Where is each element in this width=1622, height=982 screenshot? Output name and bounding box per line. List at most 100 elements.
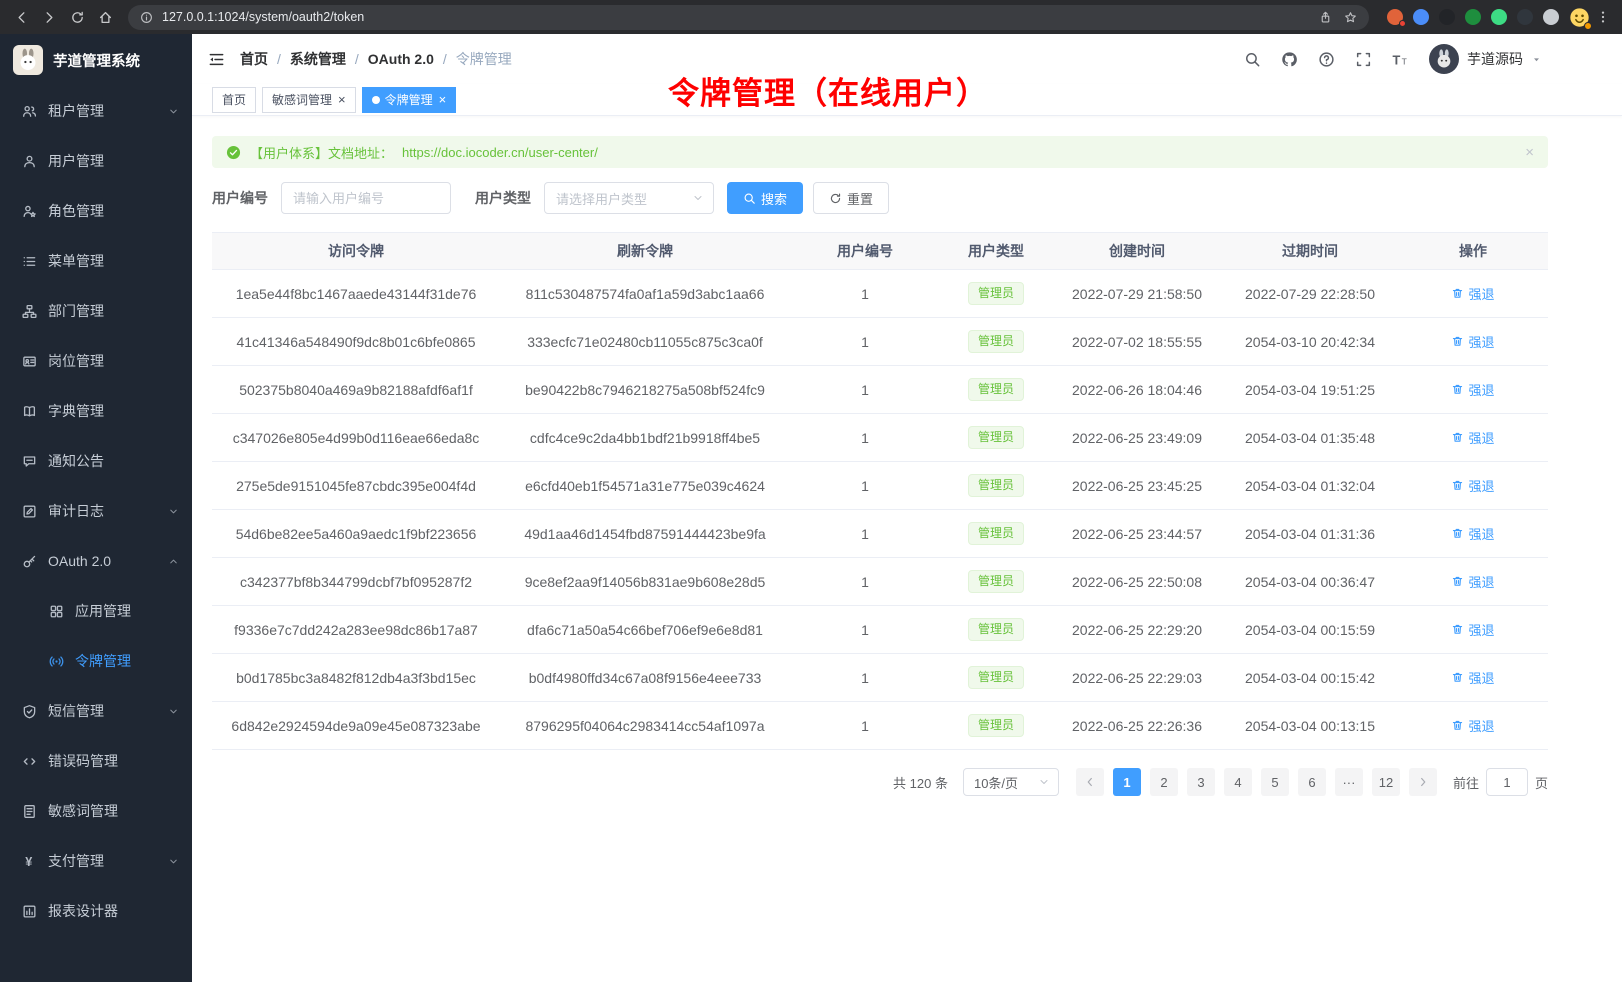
sidebar-item-dept[interactable]: 部门管理 <box>0 286 192 336</box>
user-menu[interactable]: 芋道源码 <box>1429 44 1542 74</box>
chevron-down-icon <box>168 106 179 117</box>
book-icon <box>22 404 37 419</box>
sidebar-item-pay[interactable]: ¥支付管理 <box>0 836 192 886</box>
force-logout-button[interactable]: 强退 <box>1451 572 1494 591</box>
page-button-3[interactable]: 3 <box>1187 768 1215 796</box>
chevron-up-icon <box>168 556 179 567</box>
browser-reload-button[interactable] <box>64 4 90 30</box>
view-tab[interactable]: 敏感词管理 × <box>262 87 356 113</box>
browser-home-button[interactable] <box>92 4 118 30</box>
tab-close-icon[interactable]: × <box>338 93 346 106</box>
user-type-select[interactable]: 请选择用户类型 <box>544 182 714 214</box>
search-button[interactable]: 搜索 <box>727 182 803 214</box>
force-logout-button[interactable]: 强退 <box>1451 476 1494 495</box>
alert-close-icon[interactable]: × <box>1525 145 1534 160</box>
next-page-button[interactable] <box>1409 768 1437 796</box>
page-button-4[interactable]: 4 <box>1224 768 1252 796</box>
sidebar-item-audit-log[interactable]: 审计日志 <box>0 486 192 536</box>
reset-button[interactable]: 重置 <box>813 182 889 214</box>
sidebar-item-user[interactable]: 用户管理 <box>0 136 192 186</box>
browser-menu-icon[interactable] <box>1592 10 1614 24</box>
help-icon[interactable] <box>1318 51 1335 68</box>
force-logout-button[interactable]: 强退 <box>1451 380 1494 399</box>
extension-icon[interactable] <box>1543 9 1559 25</box>
prev-page-button[interactable] <box>1076 768 1104 796</box>
sidebar-item-sms[interactable]: 短信管理 <box>0 686 192 736</box>
user-id-input[interactable] <box>281 182 451 214</box>
goto-page-input[interactable] <box>1486 768 1528 796</box>
chevron-down-icon <box>1038 776 1050 788</box>
page-button-6[interactable]: 6 <box>1298 768 1326 796</box>
page-button-12[interactable]: 12 <box>1372 768 1400 796</box>
force-logout-button[interactable]: 强退 <box>1451 428 1494 447</box>
sidebar-item-report-designer[interactable]: 报表设计器 <box>0 886 192 936</box>
extension-icon[interactable] <box>1387 9 1403 25</box>
fullscreen-icon[interactable] <box>1355 51 1372 68</box>
breadcrumb-item[interactable]: 系统管理 <box>290 49 346 69</box>
delete-icon <box>1451 431 1464 444</box>
share-icon[interactable] <box>1319 11 1332 24</box>
access-token-cell: 6d842e2924594de9a09e45e087323abe <box>212 702 500 750</box>
force-logout-button[interactable]: 强退 <box>1451 620 1494 639</box>
sidebar-collapse-icon[interactable] <box>208 51 225 68</box>
user-type-cell: 管理员 <box>940 366 1052 414</box>
sidebar-item-menu[interactable]: 菜单管理 <box>0 236 192 286</box>
address-bar[interactable]: 127.0.0.1:1024/system/oauth2/token <box>128 5 1369 30</box>
tab-label: 首页 <box>222 91 246 108</box>
sidebar-item-label: 通知公告 <box>48 451 104 471</box>
force-logout-button[interactable]: 强退 <box>1451 332 1494 351</box>
create-time-cell: 2022-06-25 23:45:25 <box>1052 462 1222 510</box>
user-type-cell: 管理员 <box>940 558 1052 606</box>
create-time-cell: 2022-06-25 22:50:08 <box>1052 558 1222 606</box>
sidebar-item-notice[interactable]: 通知公告 <box>0 436 192 486</box>
sidebar-item-oauth2-token[interactable]: 令牌管理 <box>0 636 192 686</box>
extension-icon[interactable] <box>1491 9 1507 25</box>
github-icon[interactable] <box>1281 51 1298 68</box>
font-size-icon[interactable]: TT <box>1392 51 1409 68</box>
page-button-2[interactable]: 2 <box>1150 768 1178 796</box>
create-time-cell: 2022-06-25 22:29:20 <box>1052 606 1222 654</box>
pager-more-button[interactable]: ··· <box>1335 768 1363 796</box>
browser-profile-avatar[interactable] <box>1569 7 1590 28</box>
sidebar-item-oauth2[interactable]: OAuth 2.0 <box>0 536 192 586</box>
page-button-5[interactable]: 5 <box>1261 768 1289 796</box>
page-button-1[interactable]: 1 <box>1113 768 1141 796</box>
sidebar-item-label: 部门管理 <box>48 301 104 321</box>
alert-doc-link[interactable]: https://doc.iocoder.cn/user-center/ <box>402 145 598 160</box>
breadcrumb-item[interactable]: OAuth 2.0 <box>368 51 434 67</box>
sidebar-item-error-code[interactable]: 错误码管理 <box>0 736 192 786</box>
force-logout-button[interactable]: 强退 <box>1451 716 1494 735</box>
view-tab[interactable]: 令牌管理× <box>362 87 457 113</box>
user-id-cell: 1 <box>790 558 940 606</box>
broadcast-icon <box>49 654 64 669</box>
site-info-icon[interactable] <box>140 11 153 24</box>
force-logout-button[interactable]: 强退 <box>1451 524 1494 543</box>
expire-time-cell: 2054-03-04 00:15:42 <box>1222 654 1398 702</box>
sidebar-item-label: 错误码管理 <box>48 751 118 771</box>
tab-label: 敏感词管理 <box>272 91 332 108</box>
force-logout-button[interactable]: 强退 <box>1451 284 1494 303</box>
sidebar-item-dict[interactable]: 字典管理 <box>0 386 192 436</box>
browser-back-button[interactable] <box>8 4 34 30</box>
search-icon[interactable] <box>1244 51 1261 68</box>
sidebar-item-oauth2-app[interactable]: 应用管理 <box>0 586 192 636</box>
breadcrumb-item[interactable]: 首页 <box>240 49 268 69</box>
extension-icon[interactable] <box>1517 9 1533 25</box>
sidebar-item-role[interactable]: 角色管理 <box>0 186 192 236</box>
action-cell: 强退 <box>1398 366 1548 414</box>
action-cell: 强退 <box>1398 606 1548 654</box>
tab-close-icon[interactable]: × <box>439 93 447 106</box>
browser-forward-button[interactable] <box>36 4 62 30</box>
extension-icon[interactable] <box>1439 9 1455 25</box>
action-cell: 强退 <box>1398 702 1548 750</box>
sidebar-item-post[interactable]: 岗位管理 <box>0 336 192 386</box>
force-logout-button[interactable]: 强退 <box>1451 668 1494 687</box>
extension-icon[interactable] <box>1413 9 1429 25</box>
bookmark-star-icon[interactable] <box>1344 11 1357 24</box>
page-size-select[interactable]: 10条/页 <box>963 768 1059 796</box>
extension-icon[interactable] <box>1465 9 1481 25</box>
doc-icon <box>22 804 37 819</box>
view-tab[interactable]: 首页 <box>212 87 256 113</box>
sidebar-item-tenant[interactable]: 租户管理 <box>0 86 192 136</box>
sidebar-item-sensitive-word[interactable]: 敏感词管理 <box>0 786 192 836</box>
